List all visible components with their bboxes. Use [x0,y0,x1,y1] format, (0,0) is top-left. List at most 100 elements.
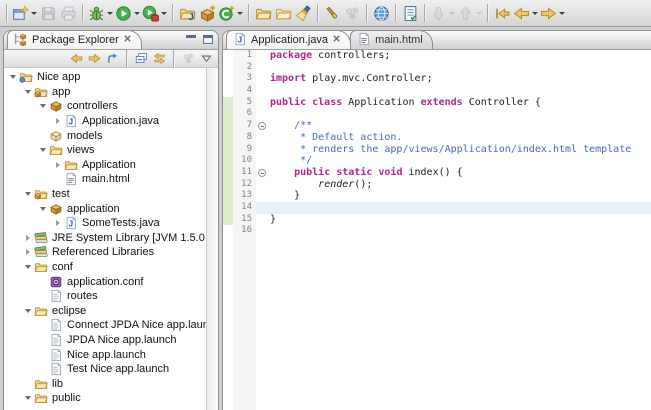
tree-item[interactable]: main.html [4,172,206,187]
expand-arrow-icon[interactable] [53,114,63,129]
code-line[interactable]: 13 } [223,190,651,202]
code-line[interactable]: 1package controllers; [223,50,651,62]
code-text[interactable]: public class Application extends Control… [268,97,651,109]
code-text[interactable]: render(); [268,179,651,191]
tree-item[interactable]: JApplication.java [4,114,206,129]
open-type-button[interactable] [253,2,273,24]
new-java-project-button[interactable]: J [177,2,197,24]
collapse-arrow-icon[interactable] [23,260,33,275]
code-line[interactable]: 11 public static void index() { [223,167,651,179]
back-history-button[interactable] [68,51,84,67]
go-into-button[interactable] [104,51,120,67]
code-text[interactable]: /** [268,120,651,132]
expand-arrow-icon[interactable] [53,216,63,231]
tree-item[interactable]: eclipse [4,304,206,319]
expand-arrow-icon[interactable] [23,231,33,246]
tree-item[interactable]: application.conf [4,274,206,289]
tree-item[interactable]: Application [4,158,206,173]
editor-tab-main-html[interactable]: main.html [350,30,433,49]
code-text[interactable]: * Default action. [268,132,651,144]
collapse-arrow-icon[interactable] [8,70,18,85]
dropdown-arrow-icon[interactable] [476,12,482,15]
tree-item[interactable]: JPDA Nice app.launch [4,333,206,348]
task-list-button[interactable] [400,2,420,24]
code-text[interactable] [268,225,651,237]
code-line[interactable]: 12 render(); [223,179,651,191]
dropdown-arrow-icon[interactable] [31,12,37,15]
tree-item[interactable]: Nice app.launch [4,347,206,362]
code-line[interactable]: 7 /** [223,120,651,132]
view-menu-button[interactable] [198,51,214,67]
open-resource-button[interactable] [273,2,293,24]
run-button[interactable] [114,2,141,24]
code-line[interactable]: 5public class Application extends Contro… [223,97,651,109]
code-line[interactable]: 15} [223,214,651,226]
link-with-editor-button[interactable] [151,51,167,67]
code-text[interactable] [268,202,651,214]
collapse-arrow-icon[interactable] [23,391,33,406]
external-tools-run-button[interactable] [141,2,168,24]
code-text[interactable] [268,62,651,74]
code-text[interactable]: * renders the app/views/Application/inde… [268,144,651,156]
tree-item[interactable]: Test Nice app.launch [4,362,206,377]
collapse-arrow-icon[interactable] [23,304,33,319]
code-text[interactable]: package controllers; [268,50,651,62]
forward-button[interactable] [539,2,566,24]
code-text[interactable]: } [268,214,651,226]
new-wizard-button[interactable] [11,2,38,24]
fold-collapse-icon[interactable] [258,122,266,130]
tree-item[interactable]: test [4,187,206,202]
tree-item[interactable]: conf [4,260,206,275]
tree-item[interactable]: models [4,128,206,143]
code-line[interactable]: 14 [223,202,651,214]
editor-tab-application-java[interactable]: JApplication.java [226,30,351,49]
maximize-view-icon[interactable] [203,35,213,44]
expand-arrow-icon[interactable] [53,158,63,173]
minimize-view-icon[interactable] [186,35,196,44]
back-button[interactable] [512,2,539,24]
tree-item[interactable]: JRE System Library [JVM 1.5.0 (Mac [4,231,206,246]
code-line[interactable]: 10 */ [223,155,651,167]
debug-button[interactable] [87,2,114,24]
package-explorer-tab[interactable]: Package Explorer [7,30,142,49]
code-line[interactable]: 2 [223,62,651,74]
code-text[interactable] [268,108,651,120]
code-text[interactable]: */ [268,155,651,167]
mark-occurrences-button[interactable] [322,2,342,24]
code-text[interactable] [268,85,651,97]
code-line[interactable]: 16 [223,225,651,237]
editor-empty-area[interactable] [223,237,651,410]
close-tab-icon[interactable] [332,34,341,46]
code-line[interactable]: 8 * Default action. [223,132,651,144]
expand-arrow-icon[interactable] [23,245,33,260]
collapse-arrow-icon[interactable] [38,99,48,114]
code-line[interactable]: 4 [223,85,651,97]
dropdown-arrow-icon[interactable] [107,12,113,15]
last-edit-location-button[interactable] [492,2,512,24]
code-text[interactable]: public static void index() { [268,167,651,179]
code-line[interactable]: 9 * renders the app/views/Application/in… [223,144,651,156]
search-button[interactable] [293,2,313,24]
tree-item[interactable]: routes [4,289,206,304]
code-text[interactable]: import play.mvc.Controller; [268,73,651,85]
code-line[interactable]: 3import play.mvc.Controller; [223,73,651,85]
collapse-arrow-icon[interactable] [38,143,48,158]
collapse-arrow-icon[interactable] [23,187,33,202]
fold-collapse-icon[interactable] [258,169,266,177]
new-java-package-button[interactable] [197,2,217,24]
tree-item[interactable]: JSomeTests.java [4,216,206,231]
tree-item[interactable]: public [4,391,206,406]
forward-history-button[interactable] [86,51,102,67]
dropdown-arrow-icon[interactable] [134,12,140,15]
code-text[interactable]: } [268,190,651,202]
tree-item[interactable]: Referenced Libraries [4,245,206,260]
web-browser-button[interactable] [371,2,391,24]
code-line[interactable]: 6 [223,108,651,120]
tree-item[interactable]: app [4,85,206,100]
close-view-icon[interactable] [123,34,132,46]
new-java-class-button[interactable] [217,2,244,24]
tree-item[interactable]: application [4,201,206,216]
dropdown-arrow-icon[interactable] [559,12,565,15]
collapse-arrow-icon[interactable] [38,201,48,216]
tree-vertical-scrollbar[interactable] [206,68,217,410]
